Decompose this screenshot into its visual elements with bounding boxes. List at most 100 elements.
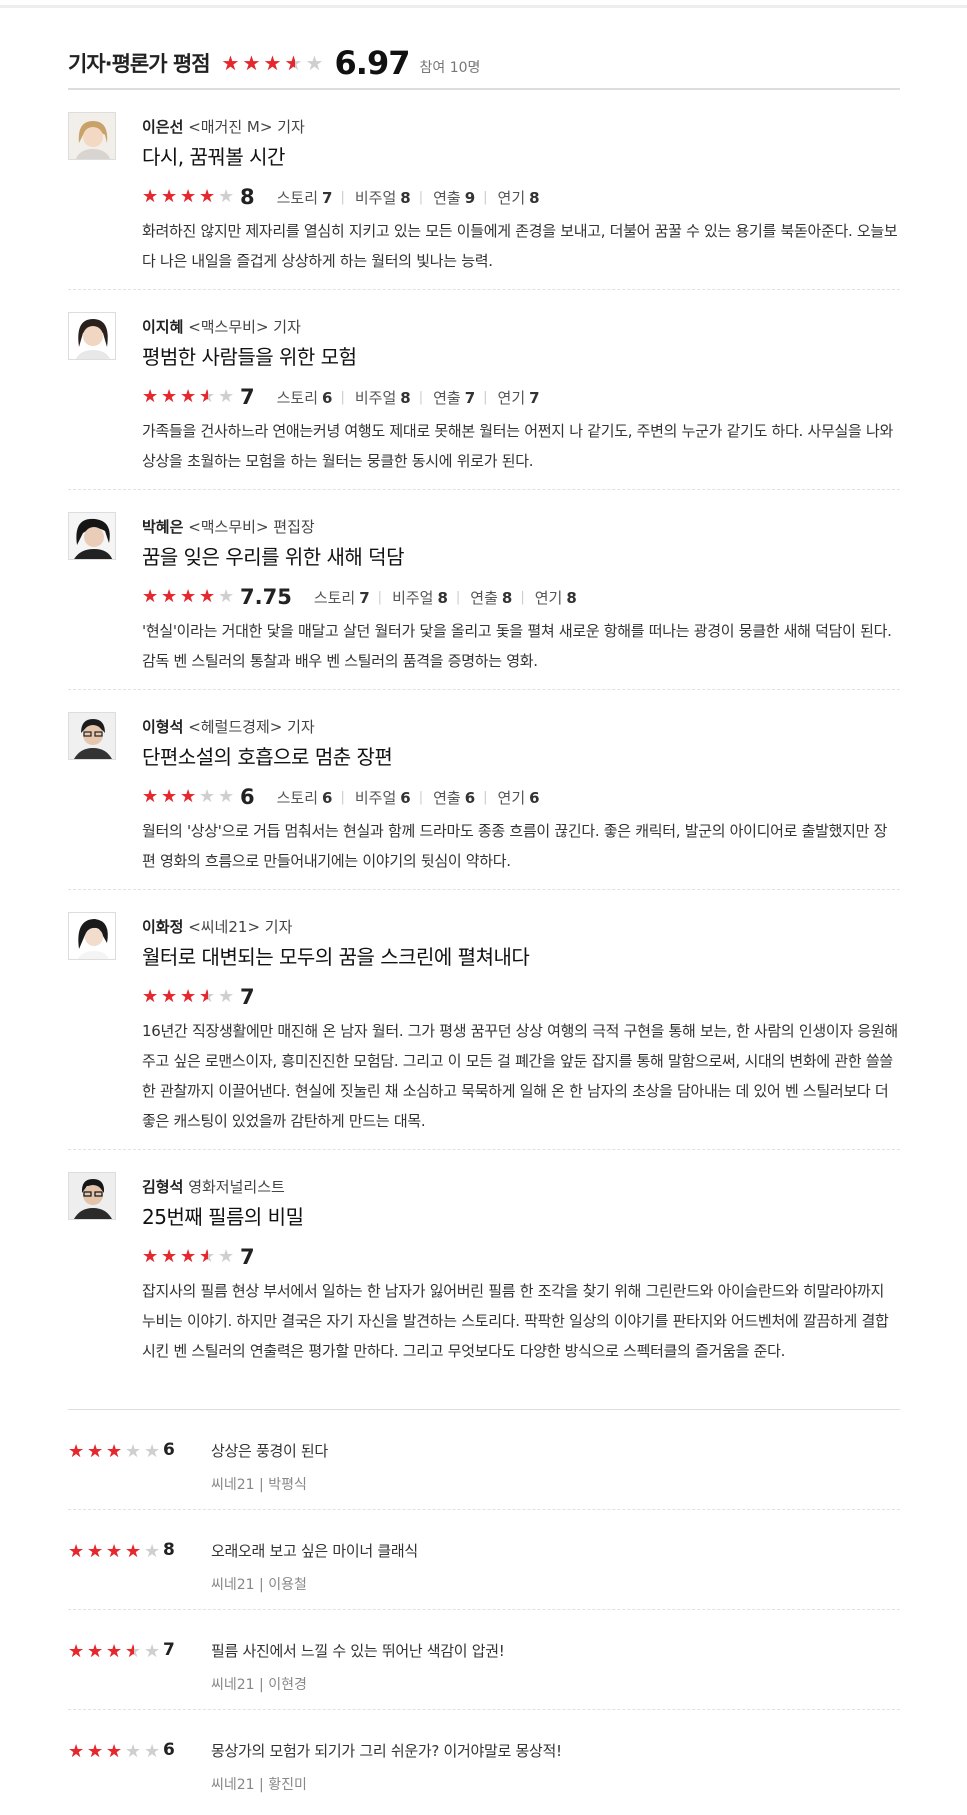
star-rating: ★★★★★★★★★★: [142, 988, 237, 1006]
rating-line: ★★★★★★★★★★ 7 스토리6| 비주얼8| 연출7| 연기7: [142, 384, 900, 410]
divider: |: [340, 189, 345, 205]
reviewer-name[interactable]: 이은선: [142, 118, 183, 136]
star-icon: ★★: [87, 1641, 104, 1662]
star-icon: ★★: [161, 986, 178, 1007]
subscore-story: 스토리 7: [313, 588, 370, 607]
short-review-author[interactable]: 황진미: [268, 1777, 307, 1793]
star-icon: ★★: [161, 1246, 178, 1267]
short-review-item: ★★★★★★★★★★ 8 오래오래 보고 싶은 마이너 클래식 씨네21 | 이…: [68, 1510, 900, 1610]
short-review-item: ★★★★★★★★★★ 7 필름 사진에서 느낄 수 있는 뛰어난 색감이 압권!…: [68, 1610, 900, 1710]
reviewer-info: 이지혜 <맥스무비> 기자: [142, 316, 900, 337]
star-icon: ★★: [87, 1741, 104, 1762]
short-review-source: 씨네21 | 이현경: [211, 1677, 307, 1693]
section-average-score: 6.97: [334, 44, 411, 82]
star-rating: ★★★★★★★★★★: [142, 788, 237, 806]
participant-count: 참여 10명: [419, 60, 481, 76]
star-icon: ★★: [125, 1641, 142, 1662]
star-icon: ★★: [199, 186, 216, 207]
reviewer-photo: [68, 112, 116, 160]
star-icon: ★★: [144, 1741, 161, 1762]
star-icon: ★★: [106, 1441, 123, 1462]
star-icon: ★★: [106, 1641, 123, 1662]
short-review-author[interactable]: 박평식: [268, 1477, 307, 1493]
short-review-item: ★★★★★★★★★★ 6 상상은 풍경이 된다 씨네21 | 박평식: [68, 1410, 900, 1510]
star-icon: ★★: [161, 386, 178, 407]
star-rating: ★★★★★★★★★★: [142, 388, 237, 406]
star-icon: ★★: [125, 1741, 142, 1762]
star-icon: ★★: [218, 786, 235, 807]
reviewer-name[interactable]: 박혜은: [142, 518, 183, 536]
short-review-source: 씨네21 | 황진미: [211, 1777, 307, 1793]
star-icon: ★★: [218, 386, 235, 407]
star-icon: ★★: [142, 586, 159, 607]
divider: |: [418, 389, 424, 405]
short-review-author[interactable]: 이용철: [268, 1577, 307, 1593]
star-icon: ★★: [68, 1641, 85, 1662]
divider: |: [483, 389, 488, 405]
star-rating: ★★★★★★★★★★: [68, 1743, 163, 1761]
reviewer-name[interactable]: 김형석: [142, 1178, 183, 1196]
review-title: 단편소설의 호흡으로 멈춘 장편: [142, 745, 393, 769]
review-score: 7: [240, 385, 255, 409]
star-icon: ★★: [218, 186, 235, 207]
subscore-acting: 연기 6: [497, 788, 540, 807]
review-text: 화려하진 않지만 제자리를 열심히 지키고 있는 모든 이들에게 존경을 보내고…: [142, 222, 898, 270]
subscore-story: 스토리 6: [276, 388, 333, 407]
star-icon: ★★: [305, 51, 324, 75]
short-review-text: 상상은 풍경이 된다: [211, 1442, 328, 1460]
subscore-visual: 비주얼 8: [354, 388, 411, 407]
reviewer-photo: [68, 1172, 116, 1220]
section-header: 기자·평론가 평점 ★★★★★★★★★★ 6.97 참여 10명: [68, 38, 900, 90]
star-rating: ★★★★★★★★★★: [68, 1543, 163, 1561]
star-icon: ★★: [199, 586, 216, 607]
review-score: 8: [240, 185, 255, 209]
review-title: 꿈을 잊은 우리를 위한 새해 덕담: [142, 545, 405, 569]
subscore-visual: 비주얼 6: [354, 788, 411, 807]
star-icon: ★★: [142, 386, 159, 407]
short-review-source: 씨네21 | 이용철: [211, 1577, 307, 1593]
reviewer-photo: [68, 912, 116, 960]
star-icon: ★★: [87, 1541, 104, 1562]
reviewer-info: 김형석 영화저널리스트: [142, 1176, 900, 1197]
review-title: 25번째 필름의 비밀: [142, 1205, 304, 1229]
section-title: 기자·평론가 평점: [68, 52, 211, 76]
review-score: 7.75: [240, 585, 292, 609]
star-icon: ★★: [142, 1246, 159, 1267]
star-rating: ★★★★★★★★★★: [68, 1443, 163, 1461]
star-icon: ★★: [180, 986, 197, 1007]
subscore-direction: 연출 8: [470, 588, 513, 607]
star-icon: ★★: [180, 1246, 197, 1267]
reviewer-affiliation: <맥스무비> 편집장: [188, 518, 315, 536]
reviewer-name[interactable]: 이지혜: [142, 318, 183, 336]
reviewer-name[interactable]: 이화정: [142, 918, 183, 936]
short-review-author[interactable]: 이현경: [268, 1677, 307, 1693]
reviewer-affiliation: <헤럴드경제> 기자: [188, 718, 315, 736]
star-icon: ★★: [263, 51, 282, 75]
divider: |: [455, 589, 461, 605]
star-icon: ★★: [180, 186, 197, 207]
review-item: 이화정 <씨네21> 기자 월터로 대변되는 모두의 꿈을 스크린에 펼쳐내다 …: [68, 890, 900, 1150]
review-score: 7: [240, 1245, 255, 1269]
star-icon: ★★: [218, 986, 235, 1007]
star-rating: ★★★★★★★★★★: [142, 588, 237, 606]
reviewer-info: 이은선 <매거진 M> 기자: [142, 116, 900, 137]
reviewer-name[interactable]: 이형석: [142, 718, 183, 736]
reviewer-affiliation: <씨네21> 기자: [188, 918, 293, 936]
star-icon: ★★: [68, 1741, 85, 1762]
divider: |: [340, 389, 345, 405]
subscore-story: 스토리 7: [276, 188, 333, 207]
short-review-score: 8: [163, 1540, 175, 1560]
subscore-story: 스토리 6: [276, 788, 333, 807]
star-icon: ★★: [68, 1541, 85, 1562]
star-icon: ★★: [144, 1641, 161, 1662]
reviewer-photo: [68, 512, 116, 560]
star-icon: ★★: [144, 1441, 161, 1462]
star-icon: ★★: [87, 1441, 104, 1462]
star-icon: ★★: [142, 986, 159, 1007]
star-icon: ★★: [199, 786, 216, 807]
star-rating: ★★★★★★★★★★: [142, 1248, 237, 1266]
subscore-direction: 연출 9: [433, 188, 476, 207]
star-icon: ★★: [242, 51, 261, 75]
review-title: 월터로 대변되는 모두의 꿈을 스크린에 펼쳐내다: [142, 945, 530, 969]
star-icon: ★★: [180, 586, 197, 607]
